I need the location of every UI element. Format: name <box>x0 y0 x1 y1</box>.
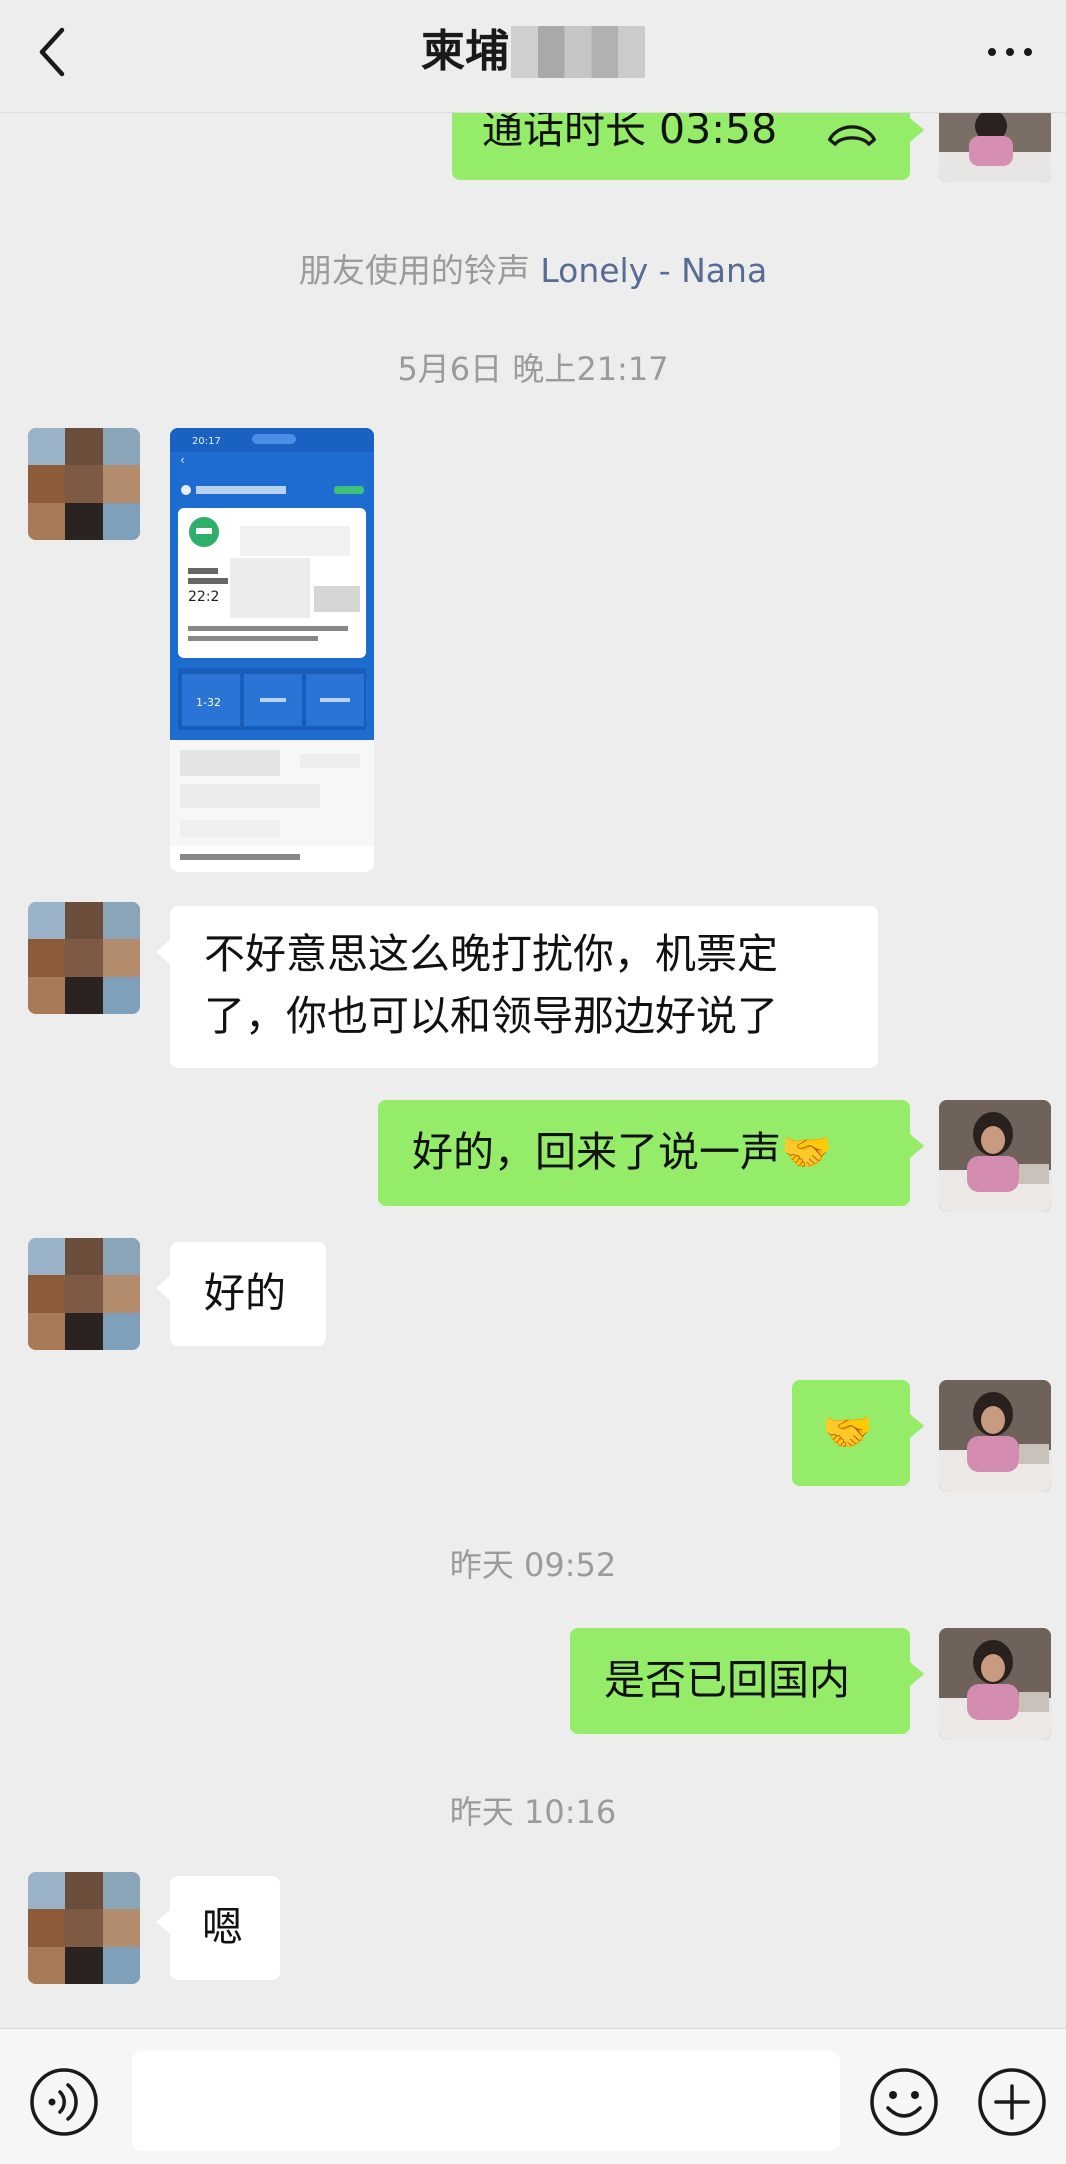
avatar-self[interactable] <box>939 1100 1051 1212</box>
message-bubble-incoming[interactable]: 好的 <box>156 1242 326 1346</box>
ringtone-prefix: 朋友使用的铃声 <box>298 251 541 290</box>
message-bubble-incoming[interactable]: 嗯 <box>156 1876 280 1980</box>
flight-screenshot-image[interactable]: 20:17 ‹ 22:2 1-32 <box>170 428 374 872</box>
message-text: 好的 <box>204 1269 286 1317</box>
ringtone-song-link[interactable]: Lonely - Nana <box>540 251 767 290</box>
message-bubble-outgoing[interactable]: 🤝 <box>792 1380 924 1486</box>
chat-title-area: 柬埔 <box>0 22 1066 82</box>
message-bubble-incoming[interactable]: 不好意思这么晚打扰你，机票定了，你也可以和领导那边好说了 <box>156 906 878 1068</box>
message-bubble-outgoing[interactable]: 好的，回来了说一声🤝 <box>378 1100 924 1206</box>
avatar-contact[interactable] <box>28 1238 140 1350</box>
chat-header: 柬埔 <box>0 0 1066 113</box>
message-text: 是否已回国内 <box>604 1656 850 1704</box>
svg-text:22:2: 22:2 <box>188 589 219 605</box>
timestamp: 昨天 10:16 <box>449 1793 617 1831</box>
message-input[interactable] <box>132 2051 840 2151</box>
emoji-icon[interactable] <box>868 2066 940 2138</box>
handshake-emoji: 🤝 <box>822 1408 874 1456</box>
input-bar <box>0 2028 1066 2164</box>
message-text: 嗯 <box>202 1903 243 1951</box>
svg-text:20:17: 20:17 <box>192 436 221 447</box>
message-text: 好的，回来了说一声🤝 <box>412 1128 833 1176</box>
chat-title: 柬埔 <box>421 26 509 77</box>
avatar-contact[interactable] <box>28 428 140 540</box>
plus-icon[interactable] <box>976 2066 1048 2138</box>
avatar-self[interactable] <box>939 112 1051 182</box>
title-mosaic <box>511 26 645 78</box>
more-dots-icon[interactable] <box>982 30 1038 74</box>
voice-icon[interactable] <box>28 2066 100 2138</box>
avatar-contact[interactable] <box>28 1872 140 1984</box>
ringtone-notice: 朋友使用的铃声 Lonely - Nana <box>0 244 1066 292</box>
phone-hangup-icon <box>827 125 877 146</box>
avatar-self[interactable] <box>939 1380 1051 1492</box>
svg-text:‹: ‹ <box>180 453 185 467</box>
message-bubble-outgoing[interactable]: 是否已回国内 <box>570 1628 924 1734</box>
timestamp: 昨天 09:52 <box>449 1546 617 1584</box>
avatar-self[interactable] <box>939 1628 1051 1740</box>
message-text: 不好意思这么晚打扰你，机票定了，你也可以和领导那边好说了 <box>204 930 778 1040</box>
timestamp: 5月6日 晚上21:17 <box>397 350 669 388</box>
svg-text:1-32: 1-32 <box>196 696 221 709</box>
avatar-contact[interactable] <box>28 902 140 1014</box>
